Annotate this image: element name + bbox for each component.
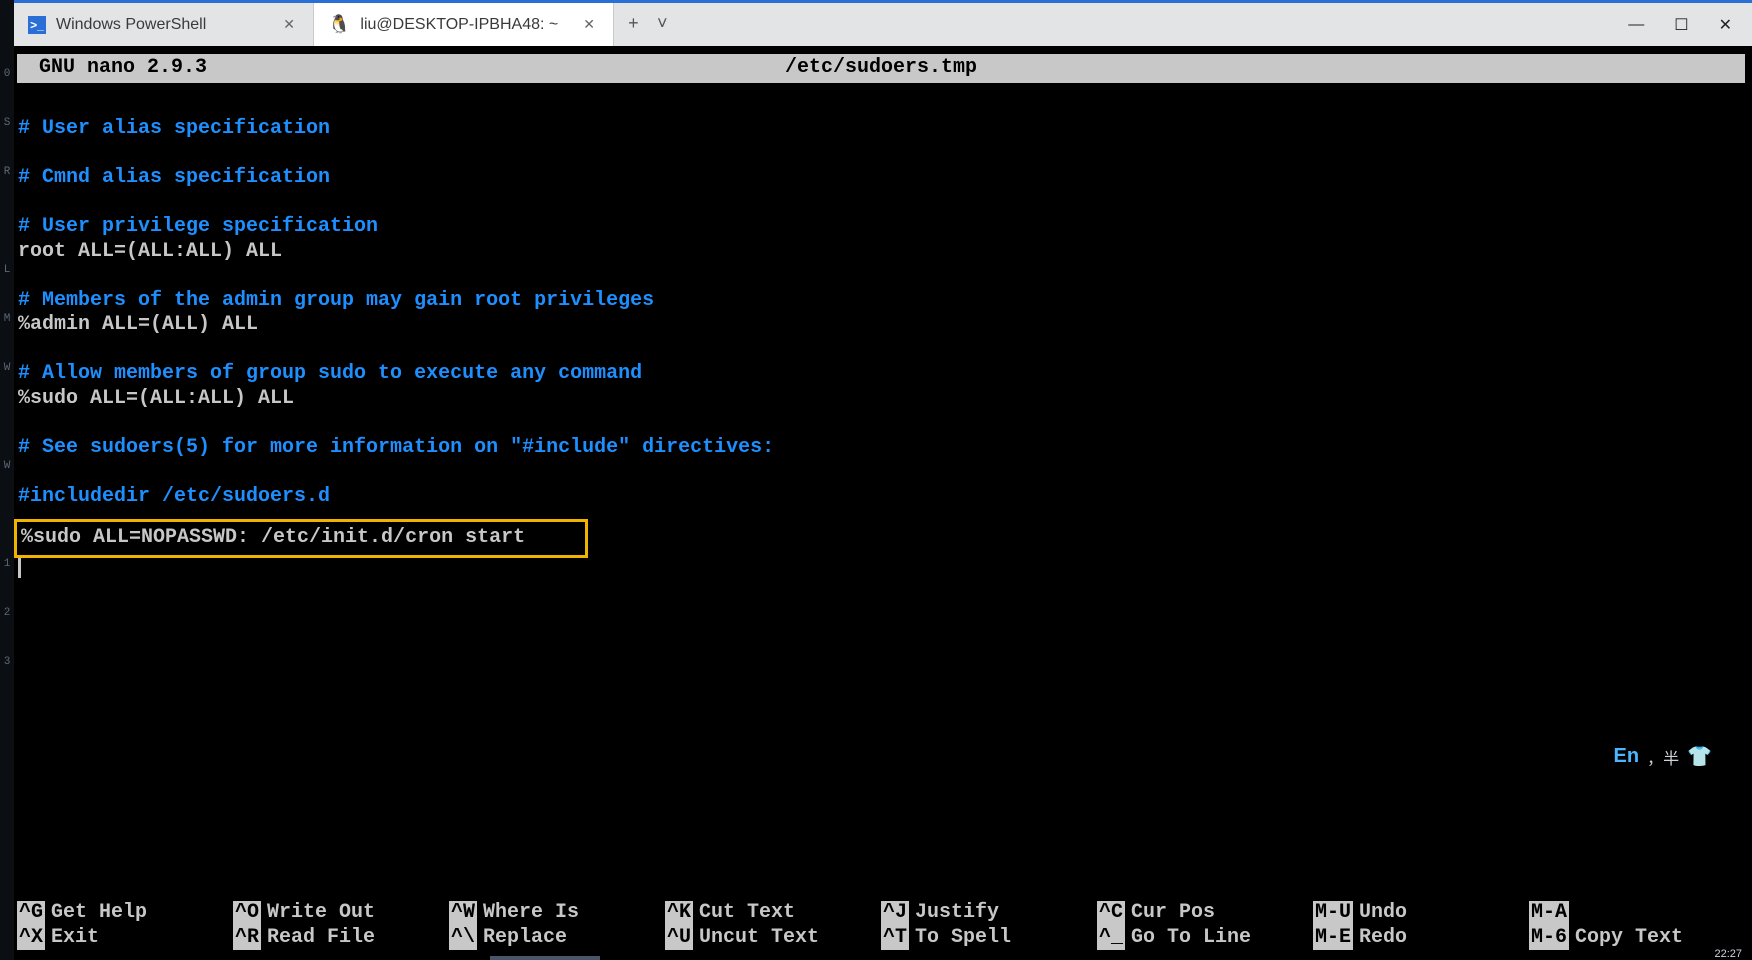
new-tab-button[interactable]: + — [628, 15, 639, 35]
text-cursor — [18, 558, 21, 578]
nano-cmd[interactable]: ^OWrite Out — [233, 901, 449, 926]
nano-line: # User alias specification — [18, 117, 1744, 142]
powershell-icon: >_ — [28, 16, 46, 34]
nano-line: %admin ALL=(ALL) ALL — [18, 313, 1744, 338]
nano-version: GNU nano 2.9.3 — [39, 56, 207, 81]
nano-cmd[interactable]: M-A — [1529, 901, 1745, 926]
taskbar-clock: 22:27 — [1714, 948, 1742, 960]
close-window-button[interactable]: ✕ — [1719, 15, 1732, 35]
nano-cmd[interactable]: ^UUncut Text — [665, 926, 881, 951]
tux-icon: 🐧 — [328, 14, 350, 35]
nano-footer: ^GGet Help ^OWrite Out ^WWhere Is ^KCut … — [17, 901, 1745, 950]
nano-line: # Cmnd alias specification — [18, 166, 1744, 191]
nano-line: # User privilege specification — [18, 215, 1744, 240]
nano-line: # Allow members of group sudo to execute… — [18, 362, 1744, 387]
shirt-icon: 👕 — [1687, 744, 1712, 769]
ime-lang-icon: En — [1614, 745, 1640, 768]
nano-line: # See sudoers(5) for more information on… — [18, 436, 1744, 461]
nano-cmd[interactable]: M-6Copy Text — [1529, 926, 1745, 951]
nano-cmd[interactable]: ^\Replace — [449, 926, 665, 951]
tab-dropdown-button[interactable]: ˅ — [657, 15, 668, 35]
tab-actions: + ˅ — [614, 3, 682, 46]
tab-linux[interactable]: 🐧 liu@DESKTOP-IPBHA48: ~ ✕ — [314, 3, 614, 46]
nano-line: %sudo ALL=(ALL:ALL) ALL — [18, 387, 1744, 412]
tab-title: liu@DESKTOP-IPBHA48: ~ — [360, 16, 569, 34]
nano-file-body[interactable]: # User alias specification # Cmnd alias … — [14, 93, 1748, 583]
nano-cmd[interactable]: ^KCut Text — [665, 901, 881, 926]
editor-left-gutter: 0SR LM WW 12 3 — [0, 0, 14, 960]
maximize-button[interactable]: ☐ — [1674, 15, 1688, 35]
window-title-bar: >_ Windows PowerShell ✕ 🐧 liu@DESKTOP-IP… — [14, 0, 1752, 46]
ime-mode: ，半 — [1647, 745, 1679, 769]
nano-cmd[interactable]: M-UUndo — [1313, 901, 1529, 926]
nano-cmd[interactable]: ^XExit — [17, 926, 233, 951]
nano-cmd[interactable]: ^JJustify — [881, 901, 1097, 926]
nano-cmd[interactable]: ^GGet Help — [17, 901, 233, 926]
nano-filename: /etc/sudoers.tmp — [785, 56, 977, 81]
nano-cmd[interactable]: ^TTo Spell — [881, 926, 1097, 951]
nano-header: GNU nano 2.9.3 /etc/sudoers.tmp — [17, 54, 1745, 83]
nano-cmd[interactable]: ^_Go To Line — [1097, 926, 1313, 951]
nano-line: %sudo ALL=NOPASSWD: /etc/init.d/cron sta… — [21, 526, 525, 549]
close-icon[interactable]: ✕ — [579, 16, 599, 33]
taskbar-partial — [490, 956, 600, 960]
window-controls: — ☐ ✕ — [1608, 3, 1752, 46]
close-icon[interactable]: ✕ — [279, 16, 299, 33]
tab-powershell[interactable]: >_ Windows PowerShell ✕ — [14, 3, 314, 46]
nano-cmd[interactable]: ^RRead File — [233, 926, 449, 951]
tab-title: Windows PowerShell — [56, 16, 269, 34]
nano-line: root ALL=(ALL:ALL) ALL — [18, 240, 1744, 265]
minimize-button[interactable]: — — [1628, 16, 1644, 34]
highlight-box: %sudo ALL=NOPASSWD: /etc/init.d/cron sta… — [14, 519, 588, 558]
nano-cmd[interactable]: M-ERedo — [1313, 926, 1529, 951]
nano-cmd[interactable]: ^WWhere Is — [449, 901, 665, 926]
nano-line: #includedir /etc/sudoers.d — [18, 485, 1744, 510]
nano-cmd[interactable]: ^CCur Pos — [1097, 901, 1313, 926]
terminal-area[interactable]: GNU nano 2.9.3 /etc/sudoers.tmp # User a… — [14, 46, 1748, 956]
nano-line: # Members of the admin group may gain ro… — [18, 289, 1744, 314]
ime-indicator[interactable]: En ，半 👕 — [1614, 744, 1712, 769]
